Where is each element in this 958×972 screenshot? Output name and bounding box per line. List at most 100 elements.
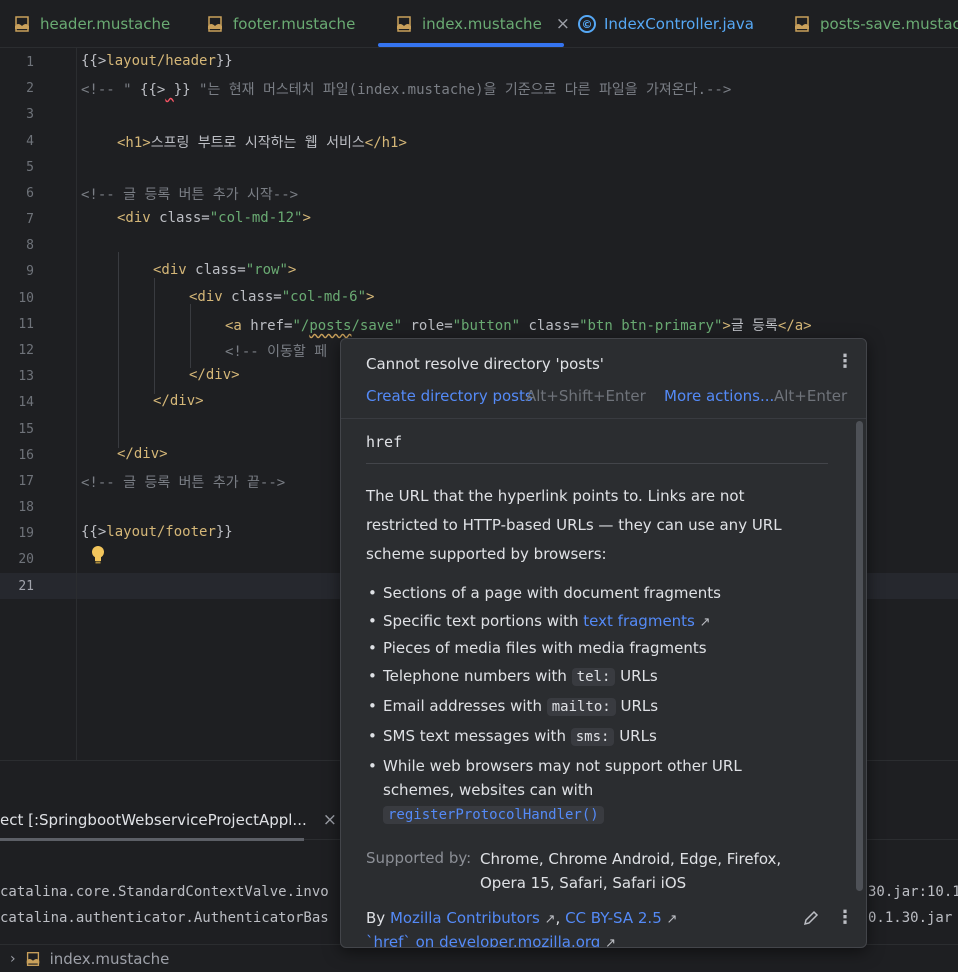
- link-text: 글 등록: [730, 318, 778, 334]
- html-tag: <a: [225, 318, 251, 334]
- text-fragments-link[interactable]: text fragments: [583, 612, 695, 630]
- edit-icon[interactable]: [802, 909, 820, 927]
- console-line: catalina.authenticator.AuthenticatorBas: [0, 910, 329, 926]
- list-item: • Pieces of media files with media fragme…: [366, 636, 806, 660]
- mustache-close: }}: [215, 53, 233, 69]
- attr-value: "row": [245, 262, 288, 278]
- supported-browsers: Chrome, Chrome Android, Edge, Firefox, O…: [480, 850, 782, 892]
- list-item-text: Telephone numbers with: [383, 667, 572, 685]
- list-item-text: Pieces of media files with media fragmen…: [383, 639, 707, 657]
- code-line-2: <!-- " {{> }} "는 현재 머스테치 파일(index.mustac…: [81, 79, 731, 99]
- console-line-right: 30.jar:10.1: [868, 884, 958, 900]
- indent-guide: [118, 252, 119, 448]
- external-link-icon: ↗: [666, 912, 678, 927]
- code-line-4: <h1>스프링 부트로 시작하는 웹 서비스</h1>: [117, 132, 407, 152]
- code-line-12: <!-- 이동할 페: [225, 344, 328, 360]
- chevron-right-icon[interactable]: ›: [10, 951, 16, 967]
- line-number: 11: [18, 317, 34, 332]
- breadcrumb-file[interactable]: index.mustache: [50, 950, 170, 968]
- close-icon[interactable]: ×: [556, 14, 570, 34]
- bullet-dot: •: [368, 727, 377, 745]
- java-class-icon: ©: [578, 15, 596, 33]
- more-options-icon[interactable]: ⋮: [836, 907, 854, 928]
- run-tab[interactable]: ect [:SpringbootWebserviceProjectAppl...…: [0, 800, 337, 840]
- partial-path: layout/header: [106, 53, 216, 69]
- tab-footer-mustache[interactable]: footer.mustache: [205, 0, 355, 47]
- tab-label: index.mustache: [422, 15, 542, 33]
- list-item-text: URLs: [615, 697, 659, 715]
- list-item-text: Email addresses with: [383, 697, 547, 715]
- list-item-text: URLs: [614, 727, 657, 745]
- code-line-13: </div>: [189, 367, 240, 383]
- more-actions-action[interactable]: More actions...: [664, 387, 774, 405]
- bullet-dot: •: [368, 612, 377, 630]
- line-number: 1: [26, 55, 34, 70]
- tab-label: IndexController.java: [604, 15, 754, 33]
- mdn-link[interactable]: `href` on developer.mozilla.org: [366, 933, 600, 947]
- unresolved-path-segment[interactable]: posts: [309, 318, 351, 334]
- attr-value: "button": [452, 318, 521, 334]
- html-tag: <div: [117, 210, 160, 226]
- code-line-16: </div>: [117, 446, 168, 462]
- close-icon[interactable]: ×: [323, 810, 337, 830]
- mustache-file-icon: [394, 14, 414, 34]
- list-item-text: SMS text messages with: [383, 727, 571, 745]
- list-item: • Email addresses with mailto: URLs: [366, 694, 806, 719]
- line-number: 14: [18, 395, 34, 410]
- attr-value: "/: [292, 318, 310, 334]
- html-attr: href=: [250, 318, 293, 334]
- lightbulb-icon[interactable]: [90, 545, 106, 565]
- console-line: catalina.core.StandardContextValve.invo: [0, 884, 329, 900]
- code-line-1: {{>layout/header}}: [81, 53, 233, 69]
- line-number: 18: [18, 500, 34, 515]
- html-attr: class=: [195, 262, 246, 278]
- run-tab-label: ect [:SpringbootWebserviceProjectAppl...: [0, 811, 307, 829]
- html-attr: class=: [231, 289, 282, 305]
- line-number: 4: [26, 134, 34, 149]
- attr-value: "btn btn-primary": [579, 318, 723, 334]
- line-number: 20: [18, 552, 34, 567]
- tab-posts-save-mustache[interactable]: posts-save.mustache: [792, 0, 958, 47]
- line-number: 8: [26, 238, 34, 253]
- mozilla-contributors-link[interactable]: Mozilla Contributors: [390, 909, 540, 927]
- partial-path: layout/footer: [106, 524, 216, 540]
- editor-tab-bar: header.mustache footer.mustache index.mu…: [0, 0, 958, 48]
- doc-title: href: [366, 433, 403, 451]
- html-attr: class=: [520, 318, 580, 334]
- line-number: 2: [26, 81, 34, 96]
- html-tag: <h1>: [117, 135, 151, 151]
- scrollbar[interactable]: [856, 421, 863, 891]
- error-marker: [165, 82, 173, 98]
- mustache-open: {{>: [81, 53, 107, 69]
- create-directory-action[interactable]: Create directory posts: [366, 387, 533, 405]
- tab-label: posts-save.mustache: [820, 15, 958, 33]
- tab-index-controller-java[interactable]: © IndexController.java: [578, 0, 754, 47]
- register-protocol-handler-link[interactable]: registerProtocolHandler(): [383, 806, 604, 824]
- line-number: 3: [26, 107, 34, 122]
- external-link-icon: ↗: [544, 912, 556, 927]
- comment-text: <!-- ": [81, 82, 141, 98]
- tab-label: header.mustache: [40, 15, 171, 33]
- list-item-text: URLs: [615, 667, 658, 685]
- console-line-right: 0.1.30.jar: [868, 910, 953, 926]
- shortcut-label: Alt+Enter: [774, 387, 848, 405]
- more-options-icon[interactable]: ⋮: [836, 351, 854, 372]
- html-tag: <div: [189, 289, 232, 305]
- line-gutter: 1 2 3 4 5 6 7 8 9 10 11 12 13 14 15 16 1…: [0, 48, 77, 760]
- tab-header-mustache[interactable]: header.mustache: [12, 0, 171, 47]
- line-number: 13: [18, 369, 34, 384]
- list-item: • Telephone numbers with tel: URLs: [366, 664, 806, 689]
- external-link-icon: ↗: [699, 615, 711, 630]
- tab-index-mustache[interactable]: index.mustache ×: [394, 0, 570, 47]
- mustache-open: {{>: [140, 82, 166, 98]
- mustache-open: {{>: [81, 524, 107, 540]
- license-link[interactable]: CC BY-SA 2.5: [565, 909, 662, 927]
- html-tag: </a>: [777, 318, 812, 334]
- line-number: 15: [18, 422, 34, 437]
- indent-guide: [190, 304, 191, 368]
- list-item-text: Sections of a page with document fragmen…: [383, 584, 721, 602]
- active-tab-indicator: [378, 43, 564, 47]
- attr-value: "col-md-6": [281, 289, 367, 305]
- separator: ,: [555, 909, 566, 927]
- bullet-dot: •: [368, 757, 377, 775]
